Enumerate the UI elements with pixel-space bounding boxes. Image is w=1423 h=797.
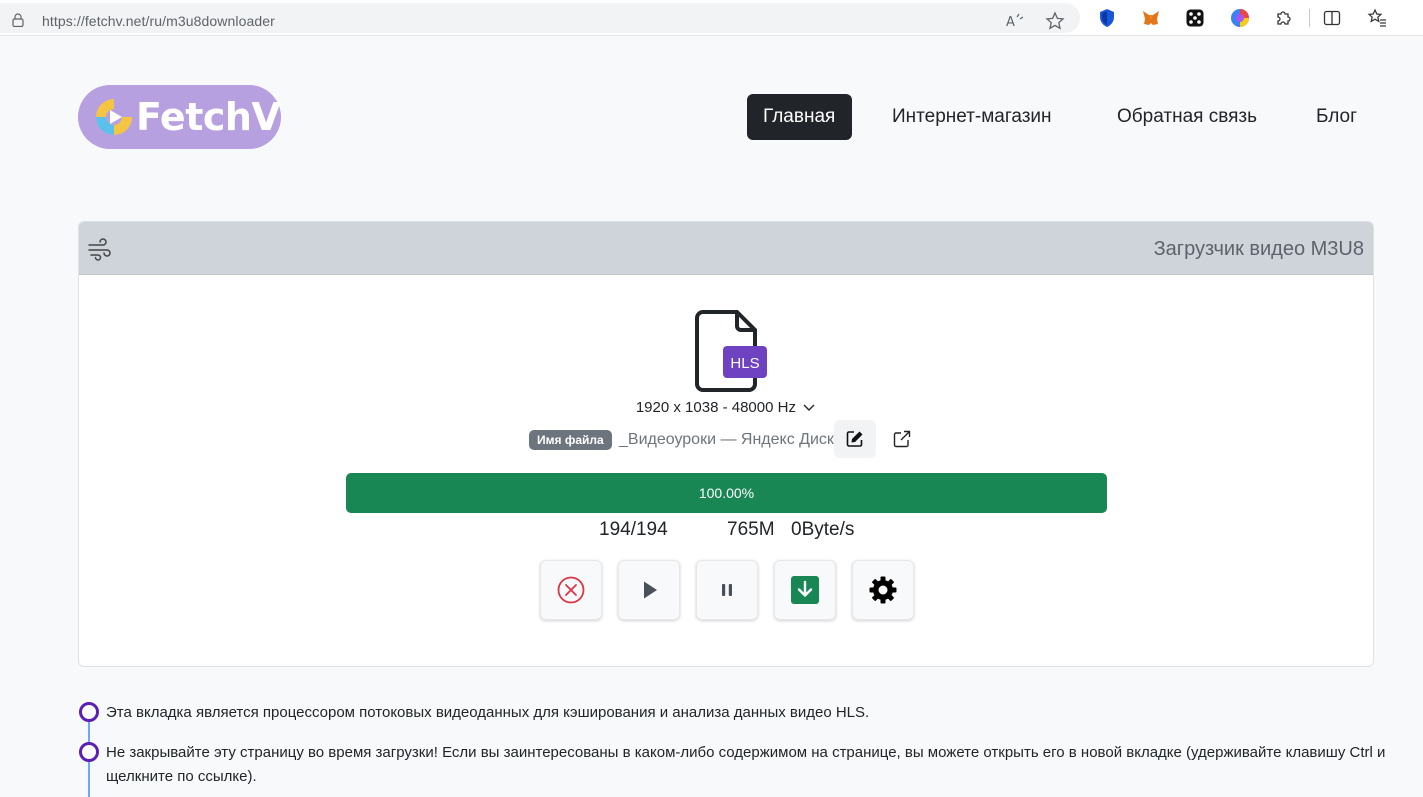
toolbar-separator: [1309, 9, 1310, 27]
hls-badge-text: HLS: [730, 355, 759, 372]
card-title: Загрузчик видео M3U8: [1153, 238, 1364, 260]
play-icon: [644, 581, 657, 599]
filename-label: Имя файла: [529, 430, 612, 450]
downloader-card: Загрузчик видео M3U8 HLS 1920 x 1038 - 4…: [78, 221, 1374, 667]
progress-bar: 100.00%: [346, 473, 1107, 513]
timeline-dot: [79, 742, 99, 762]
pause-icon: [722, 584, 732, 596]
site-logo[interactable]: FetchV: [78, 85, 281, 149]
puzzle-icon[interactable]: [1274, 8, 1294, 28]
note-item: Эта вкладка является процессором потоков…: [106, 704, 870, 721]
fetchv-logo-icon: [96, 99, 132, 135]
favorites-icon[interactable]: [1367, 8, 1387, 28]
read-aloud-icon[interactable]: A: [1005, 11, 1025, 31]
edit-icon: [846, 431, 863, 447]
cancel-button[interactable]: [540, 560, 602, 620]
wind-icon[interactable]: [87, 236, 113, 262]
file-hls-icon: HLS: [695, 310, 767, 392]
nav-home[interactable]: Главная: [747, 94, 852, 140]
resolution-text: 1920 x 1038 - 48000 Hz: [635, 399, 796, 416]
lock-icon[interactable]: [12, 13, 24, 27]
nav-store[interactable]: Интернет-магазин: [892, 94, 1052, 140]
segments-count: 194/194: [599, 519, 668, 540]
shield-icon[interactable]: [1097, 8, 1117, 28]
metamask-fox-icon[interactable]: [1141, 8, 1161, 28]
dice-icon[interactable]: [1185, 8, 1205, 28]
cancel-circle-icon: [557, 576, 585, 604]
nav-feedback[interactable]: Обратная связь: [1117, 94, 1257, 140]
download-square-icon: [791, 576, 819, 604]
edit-filename-button[interactable]: [834, 420, 876, 458]
card-header: Загрузчик видео M3U8: [79, 222, 1373, 275]
filename-text: _Видеоуроки — Яндекс Диск: [619, 431, 834, 448]
address-bar[interactable]: https://fetchv.net/ru/m3u8downloader A: [0, 3, 1080, 33]
rainbow-circle-icon[interactable]: [1230, 8, 1250, 28]
chevron-down-icon: [803, 404, 815, 412]
pause-button[interactable]: [696, 560, 758, 620]
browser-toolbar: https://fetchv.net/ru/m3u8downloader A: [0, 0, 1423, 36]
play-button[interactable]: [618, 560, 680, 620]
nav-blog[interactable]: Блог: [1316, 94, 1357, 140]
gear-icon: [869, 576, 897, 604]
download-speed: 0Byte/s: [791, 519, 855, 540]
progress-text: 100.00%: [698, 485, 755, 501]
save-button[interactable]: [774, 560, 836, 620]
svg-text:A: A: [1006, 15, 1015, 30]
star-icon[interactable]: [1045, 11, 1065, 31]
open-new-tab-button[interactable]: [881, 420, 923, 458]
split-screen-icon[interactable]: [1322, 8, 1342, 28]
timeline-dot: [79, 702, 99, 722]
external-link-icon: [893, 430, 911, 448]
url-text[interactable]: https://fetchv.net/ru/m3u8downloader: [42, 13, 275, 29]
logo-text: FetchV: [136, 95, 281, 139]
downloaded-size: 765M: [727, 519, 775, 540]
resolution-select[interactable]: 1920 x 1038 - 48000 Hz: [79, 399, 1373, 416]
settings-button[interactable]: [852, 560, 914, 620]
note-item: Не закрывайте эту страницу во время загр…: [106, 744, 1386, 785]
